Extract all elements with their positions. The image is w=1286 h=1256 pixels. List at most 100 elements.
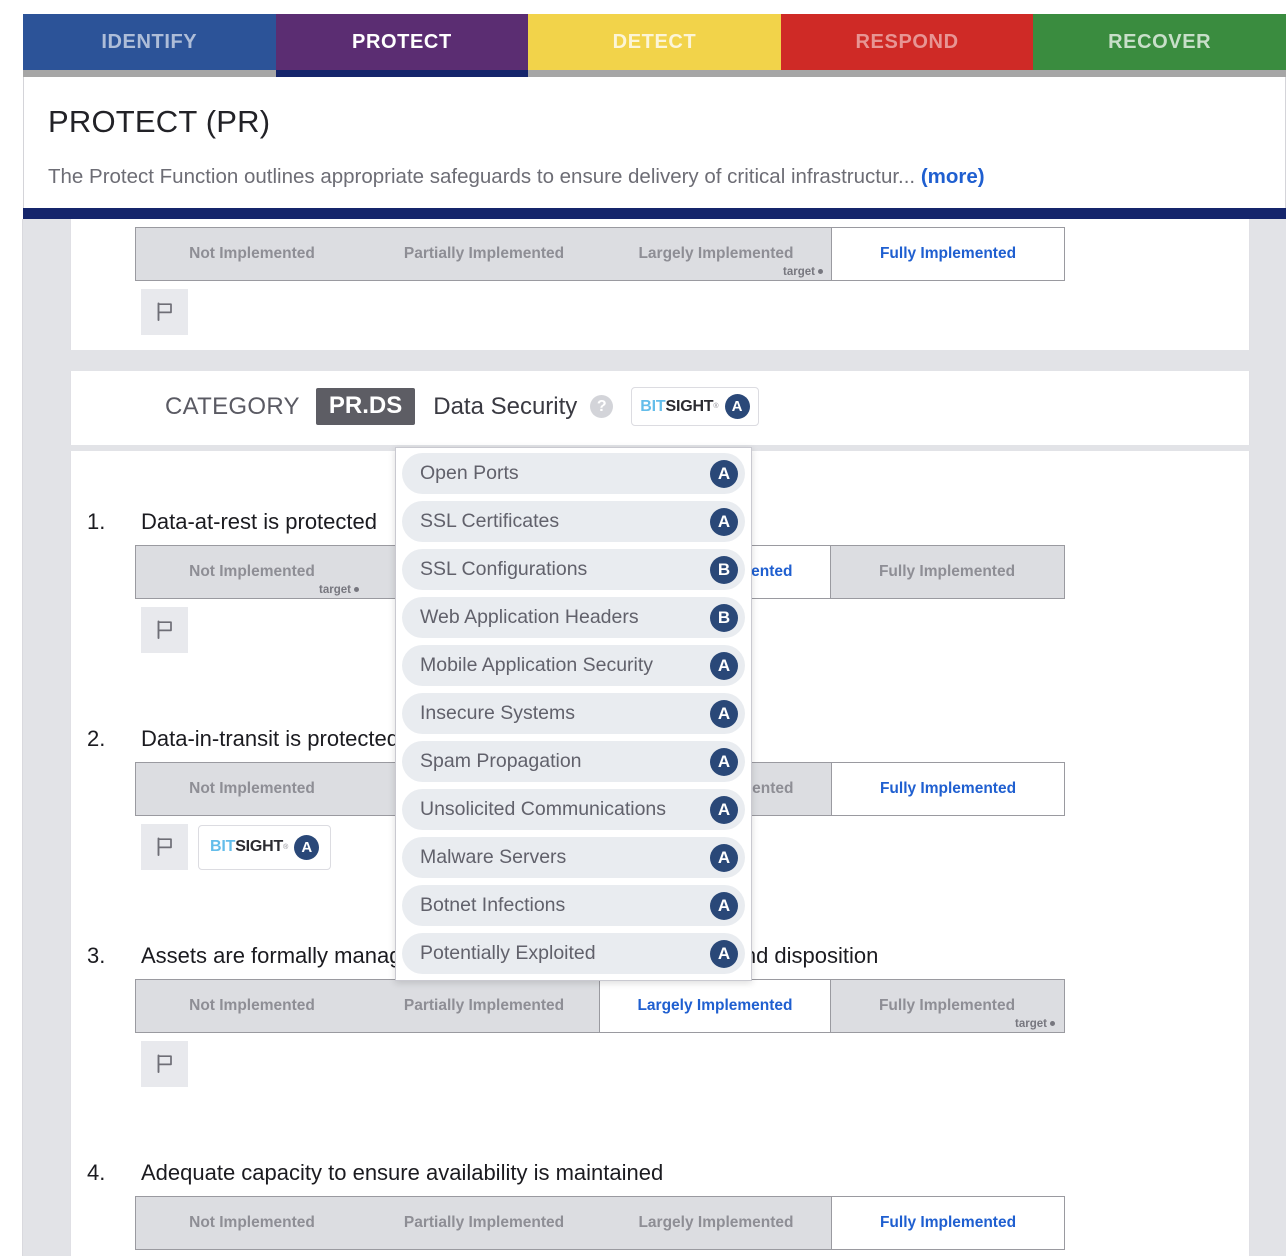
category-row: CATEGORY PR.DS Data Security ? BIT SIGHT ®… [165,387,759,426]
dropdown-item-mobile-application-security[interactable]: Mobile Application Security A [402,645,745,686]
tab-protect[interactable]: PROTECT [275,14,529,77]
dropdown-item-label: Spam Propagation [420,750,582,772]
seg-label: Not Implemented [189,563,315,580]
dropdown-item-grade-chip: A [710,939,738,968]
seg-label: Fully Implemented [878,997,1016,1014]
question-text-4: Adequate capacity to ensure availability… [141,1160,664,1185]
function-description-text: The Protect Function outlines appropriat… [48,165,916,188]
dropdown-item-malware-servers[interactable]: Malware Servers A [402,837,745,878]
seg-not-implemented-1[interactable]: Not Implemented target [136,546,368,598]
app-root: IDENTIFY PROTECT DETECT RESPOND RECOVER … [0,0,1286,1256]
dropdown-item-grade-chip: A [710,699,738,728]
seg-largely-implemented-0[interactable]: Largely Implemented target [600,228,832,280]
question-text-1: Data-at-rest is protected [141,509,377,534]
seg-not-implemented-0[interactable]: Not Implemented [136,228,368,280]
dropdown-item-grade-chip: B [710,555,738,584]
question-number-4: 4. [87,1160,106,1185]
target-marker-1: target [319,584,359,596]
seg-not-implemented-4[interactable]: Not Implemented [136,1197,368,1249]
dropdown-item-label: Malware Servers [420,846,567,868]
seg-partially-implemented-4[interactable]: Partially Implemented [368,1197,600,1249]
more-link[interactable]: (more) [921,165,985,188]
page-title: PROTECT (PR) [48,104,271,139]
bitsight-sight-text: SIGHT [665,397,714,415]
tab-recover-label: RECOVER [1108,30,1212,53]
target-dot-icon [354,587,359,592]
dropdown-item-botnet-infections[interactable]: Botnet Infections A [402,885,745,926]
flag-button-0[interactable] [141,289,188,335]
dropdown-item-unsolicited-communications[interactable]: Unsolicited Communications A [402,789,745,830]
tab-detect-underline [528,70,781,77]
seg-label: Not Implemented [189,997,315,1014]
target-marker-0: target [783,266,823,278]
bitsight-risk-vector-dropdown[interactable]: Open Ports A SSL Certificates A SSL Conf… [395,447,752,981]
target-label: target [319,584,351,596]
bitsight-category-badge[interactable]: BIT SIGHT ® A [631,387,759,426]
tab-detect[interactable]: DETECT [528,14,781,77]
dropdown-item-grade-chip: A [710,843,738,872]
seg-partially-implemented-3[interactable]: Partially Implemented [368,980,600,1032]
seg-fully-implemented-3[interactable]: Fully Implemented target [830,980,1064,1032]
seg-largely-implemented-4[interactable]: Largely Implemented [600,1197,832,1249]
card-category-header: CATEGORY PR.DS Data Security ? BIT SIGHT ®… [70,371,1250,445]
seg-fully-implemented-0[interactable]: Fully Implemented [831,228,1065,280]
implementation-seg-control-0[interactable]: Not Implemented Partially Implemented La… [135,227,1065,281]
bitsight-sight-text: SIGHT [235,838,284,855]
dropdown-item-grade-chip: A [710,651,738,680]
tab-recover-underline [1033,70,1286,77]
tab-recover[interactable]: RECOVER [1033,14,1286,77]
dropdown-item-label: Botnet Infections [420,894,566,916]
seg-fully-implemented-2[interactable]: Fully Implemented [831,763,1065,815]
tab-identify[interactable]: IDENTIFY [23,14,276,77]
bitsight-bit-text: BIT [640,397,666,415]
seg-not-implemented-3[interactable]: Not Implemented [136,980,368,1032]
target-dot-icon [1050,1021,1055,1026]
seg-label: Not Implemented [189,780,315,797]
dropdown-item-open-ports[interactable]: Open Ports A [402,453,745,494]
tab-identify-underline [23,70,276,77]
question-footer-2: BIT SIGHT ® A [141,824,332,870]
tab-respond[interactable]: RESPOND [780,14,1034,77]
dropdown-item-potentially-exploited[interactable]: Potentially Exploited A [402,933,745,974]
target-marker-3: target [1015,1018,1055,1030]
dropdown-item-ssl-configurations[interactable]: SSL Configurations B [402,549,745,590]
flag-button-2[interactable] [141,824,188,870]
bitsight-question-badge-2[interactable]: BIT SIGHT ® A [198,824,332,870]
seg-label: Fully Implemented [878,563,1016,580]
question-mark-icon[interactable]: ? [590,395,614,418]
seg-label: Largely Implemented [638,1214,794,1231]
flag-button-1[interactable] [141,607,188,653]
function-description: The Protect Function outlines appropriat… [48,165,985,189]
seg-label: Fully Implemented [879,1214,1017,1231]
dropdown-item-ssl-certificates[interactable]: SSL Certificates A [402,501,745,542]
tab-detect-label: DETECT [612,30,697,53]
seg-label: Not Implemented [189,245,315,262]
dropdown-item-insecure-systems[interactable]: Insecure Systems A [402,693,745,734]
dropdown-item-grade-chip: A [710,747,738,776]
implementation-seg-control-3[interactable]: Not Implemented Partially Implemented La… [135,979,1065,1033]
bitsight-bit-text: BIT [210,838,236,855]
dropdown-item-label: Mobile Application Security [420,654,654,676]
bitsight-tm-mark: ® [283,843,289,851]
seg-label: Largely Implemented [637,997,793,1014]
function-summary-card: PROTECT (PR) The Protect Function outlin… [23,77,1286,208]
flag-button-3[interactable] [141,1041,188,1087]
tab-protect-label: PROTECT [352,30,452,53]
implementation-seg-control-4[interactable]: Not Implemented Partially Implemented La… [135,1196,1065,1250]
seg-largely-implemented-3[interactable]: Largely Implemented [599,980,831,1032]
target-dot-icon [818,269,823,274]
dropdown-item-spam-propagation[interactable]: Spam Propagation A [402,741,745,782]
dropdown-item-label: Unsolicited Communications [420,798,667,820]
seg-fully-implemented-1[interactable]: Fully Implemented [830,546,1064,598]
category-code-badge: PR.DS [315,388,416,425]
tab-protect-underline [275,70,529,77]
question-text-2: Data-in-transit is protected [141,726,399,751]
seg-not-implemented-2[interactable]: Not Implemented [136,763,368,815]
seg-partially-implemented-0[interactable]: Partially Implemented [368,228,600,280]
seg-fully-implemented-4[interactable]: Fully Implemented [831,1197,1065,1249]
dropdown-item-grade-chip: A [710,795,738,824]
dropdown-item-label: Web Application Headers [420,606,639,628]
tab-respond-underline [780,70,1034,77]
question-footer-3 [141,1041,188,1087]
dropdown-item-web-application-headers[interactable]: Web Application Headers B [402,597,745,638]
